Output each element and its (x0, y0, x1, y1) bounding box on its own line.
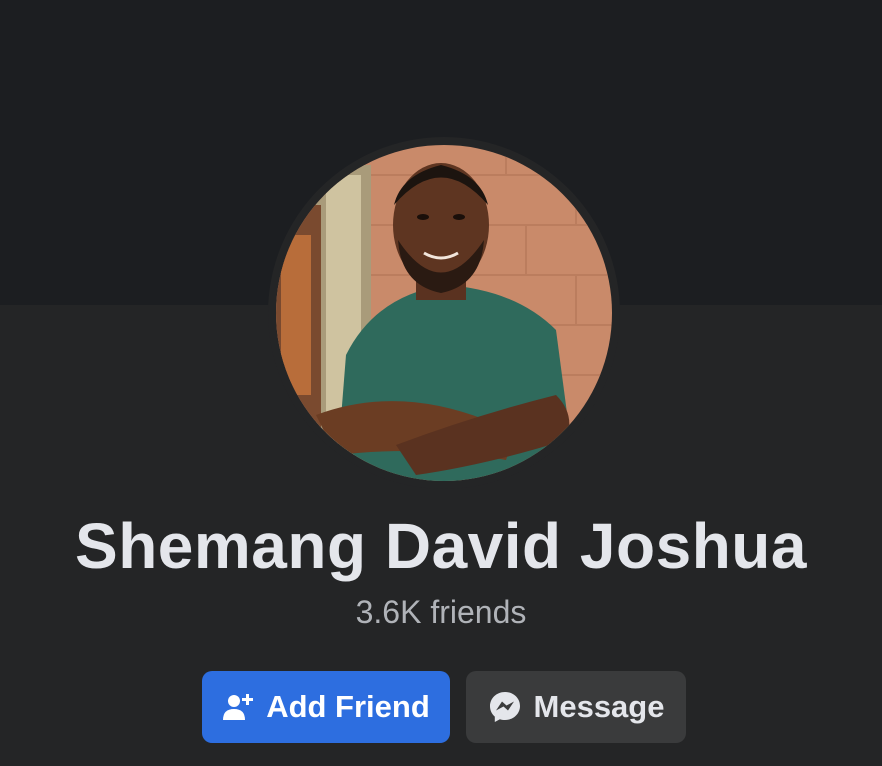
friends-count[interactable]: 3.6K friends (0, 592, 882, 632)
user-plus-icon (222, 691, 254, 723)
message-button[interactable]: Message (466, 671, 686, 743)
messenger-icon (488, 690, 522, 724)
profile-avatar[interactable] (276, 145, 612, 481)
avatar-photo (276, 145, 612, 481)
add-friend-button[interactable]: Add Friend (202, 671, 450, 743)
message-label: Message (533, 689, 665, 724)
profile-page: Shemang David Joshua 3.6K friends Add Fr… (0, 0, 882, 766)
profile-name: Shemang David Joshua (75, 510, 807, 582)
add-friend-label: Add Friend (266, 689, 430, 724)
